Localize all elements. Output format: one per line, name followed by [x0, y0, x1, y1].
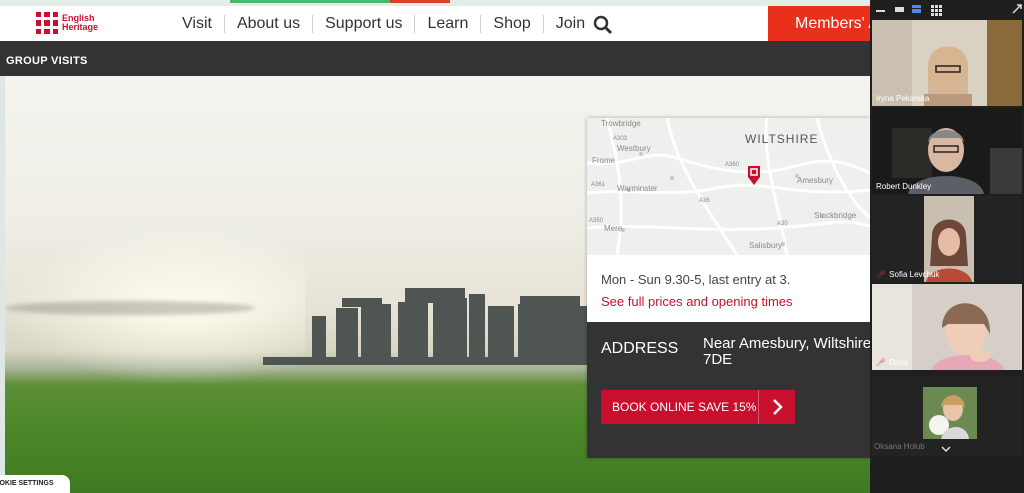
- nav-join[interactable]: Join: [544, 15, 597, 33]
- muted-mic-icon: 🎤︎: [876, 270, 887, 279]
- map-road-label: A36: [699, 198, 710, 204]
- participant-tile[interactable]: 🎤︎ Sofia Levchuk: [872, 196, 1022, 282]
- map-road-label: A361: [591, 182, 606, 188]
- search-icon[interactable]: [592, 14, 614, 36]
- map-place-label: Stockbridge: [814, 211, 857, 220]
- zoom-toolbar: [870, 0, 1024, 18]
- nav-shop[interactable]: Shop: [481, 14, 544, 33]
- nav-support-us[interactable]: Support us: [313, 14, 416, 33]
- location-map[interactable]: WILTSHIRE Trowbridge Westbury Frome Warm…: [587, 118, 870, 255]
- site-header: English Heritage Visit About us Support …: [0, 6, 870, 41]
- map-pin-icon[interactable]: [746, 164, 762, 186]
- expand-icon[interactable]: [1012, 4, 1022, 14]
- map-road-label: A360: [725, 162, 740, 168]
- gallery-strip-icon[interactable]: [895, 5, 905, 13]
- opening-hours: Mon - Sun 9.30-5, last entry at 3.: [601, 272, 791, 287]
- map-place-label: Warminster: [617, 184, 658, 193]
- map-place-label: Salisbury: [749, 241, 782, 250]
- map-place-label: Trowbridge: [601, 119, 641, 128]
- address-panel: ADDRESS Near Amesbury, Wiltshire 7DE BOO…: [587, 322, 870, 458]
- address-value: Near Amesbury, Wiltshire 7DE: [703, 335, 870, 368]
- english-heritage-logo[interactable]: English Heritage: [36, 12, 98, 34]
- nav-visit[interactable]: Visit: [170, 14, 225, 33]
- map-place-label: Mere: [604, 224, 623, 233]
- participant-name: Oksana Holub: [874, 442, 925, 451]
- zoom-participant-panel: Iryna Pekarska Robert Dunkley 🎤︎ Sofia Le…: [870, 0, 1024, 493]
- map-place-label: Amesbury: [797, 176, 834, 185]
- map-county-label: WILTSHIRE: [745, 132, 819, 146]
- cookie-settings-button[interactable]: OOKIE SETTINGS: [0, 475, 70, 493]
- participant-tile[interactable]: 🎤︎ Daria: [872, 284, 1022, 370]
- book-online-label: BOOK ONLINE SAVE 15%: [612, 400, 757, 414]
- chevron-down-icon[interactable]: [941, 445, 951, 453]
- map-road-label: A350: [589, 218, 604, 224]
- map-road-label: A303: [613, 136, 628, 142]
- address-label: ADDRESS: [601, 340, 679, 357]
- members-button[interactable]: Members' A: [768, 6, 870, 41]
- muted-mic-icon: 🎤︎: [876, 358, 887, 367]
- gallery-view-icon[interactable]: [931, 5, 942, 16]
- participant-name: 🎤︎ Sofia Levchuk: [876, 270, 940, 279]
- logo-text: English Heritage: [62, 13, 99, 32]
- map-road-label: A30: [777, 221, 788, 227]
- nav-learn[interactable]: Learn: [415, 14, 482, 33]
- participant-name: Iryna Pekarska: [876, 94, 930, 103]
- property-info-card: WILTSHIRE Trowbridge Westbury Frome Warm…: [587, 118, 870, 458]
- sub-nav: GROUP VISITS: [0, 41, 870, 76]
- participant-name: 🎤︎ Daria: [876, 358, 909, 367]
- main-nav: Visit About us Support us Learn Shop Joi…: [170, 6, 597, 41]
- group-visits-link[interactable]: GROUP VISITS: [6, 41, 88, 81]
- prices-link[interactable]: See full prices and opening times: [601, 294, 793, 309]
- participant-tile[interactable]: Iryna Pekarska: [872, 20, 1022, 106]
- chevron-right-icon: [758, 390, 795, 424]
- heritage-logo-icon: [36, 12, 58, 34]
- minimize-icon[interactable]: [876, 5, 886, 13]
- speaker-view-icon[interactable]: [912, 5, 922, 14]
- participant-name: Robert Dunkley: [876, 182, 932, 191]
- participant-avatar: [923, 387, 977, 439]
- map-place-label: Frome: [592, 156, 616, 165]
- participant-tile-active[interactable]: Robert Dunkley: [872, 108, 1022, 194]
- nav-about-us[interactable]: About us: [225, 14, 314, 33]
- book-online-button[interactable]: BOOK ONLINE SAVE 15%: [601, 390, 795, 424]
- map-place-label: Westbury: [617, 144, 651, 153]
